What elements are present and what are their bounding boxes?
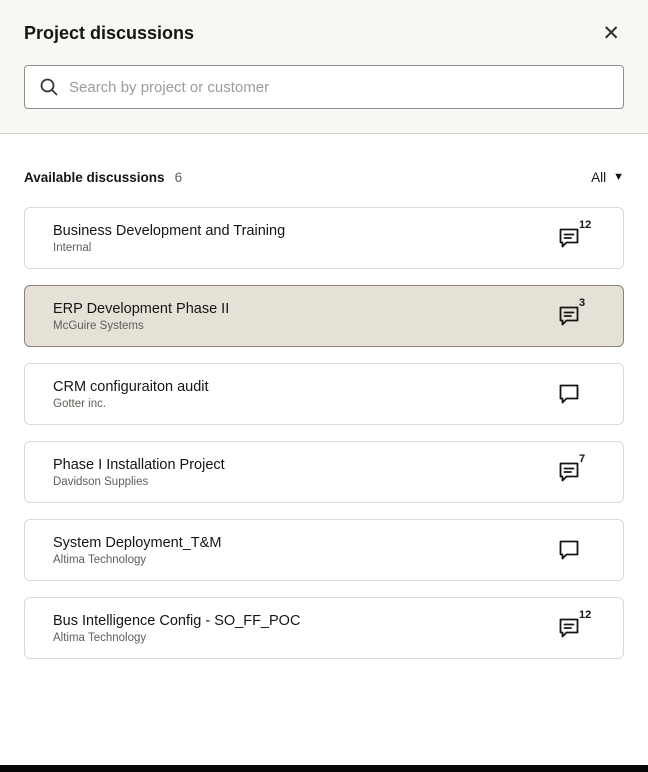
chat-icon: 3: [557, 297, 585, 328]
modal-body: Available discussions 6 All ▼ Business D…: [0, 170, 648, 659]
discussion-card[interactable]: Bus Intelligence Config - SO_FF_POC Alti…: [24, 597, 624, 659]
chat-icon: 12: [557, 219, 591, 250]
discussion-customer: Altima Technology: [53, 553, 147, 566]
discussion-card[interactable]: Business Development and Training Intern…: [24, 207, 624, 269]
discussion-title: Phase I Installation Project: [53, 456, 225, 473]
filter-dropdown[interactable]: All ▼: [591, 170, 624, 185]
chat-icon: [557, 382, 581, 406]
discussion-card[interactable]: CRM configuraiton audit Gotter inc.: [24, 363, 624, 425]
message-count: 12: [579, 609, 592, 621]
discussion-customer: Internal: [53, 241, 92, 254]
discussion-card[interactable]: ERP Development Phase II McGuire Systems…: [24, 285, 624, 347]
chevron-down-icon: ▼: [613, 171, 624, 183]
filter-label: All: [591, 170, 607, 185]
bubble-lines: [563, 467, 575, 473]
search-box: [24, 65, 624, 109]
discussion-list: Business Development and Training Intern…: [24, 207, 624, 659]
chat-icon: 12: [557, 609, 591, 640]
discussion-title: System Deployment_T&M: [53, 534, 222, 551]
discussion-customer: Gotter inc.: [53, 397, 107, 410]
chat-icon: [557, 538, 581, 562]
available-discussions-label: Available discussions: [24, 170, 165, 185]
discussion-title: ERP Development Phase II: [53, 300, 230, 317]
bottom-bar: [0, 765, 648, 772]
discussion-title: Business Development and Training: [53, 222, 286, 239]
discussion-customer: Davidson Supplies: [53, 475, 149, 488]
page-title: Project discussions: [24, 23, 195, 43]
discussion-count: 6: [174, 170, 183, 185]
discussion-customer: McGuire Systems: [53, 319, 144, 332]
message-count: 7: [579, 453, 586, 465]
chat-icon: 7: [557, 453, 585, 484]
message-count: 12: [579, 219, 592, 231]
discussion-title: CRM configuraiton audit: [53, 378, 209, 395]
discussion-title: Bus Intelligence Config - SO_FF_POC: [53, 612, 301, 629]
list-header: Available discussions 6 All ▼: [24, 170, 624, 185]
message-count: 3: [579, 297, 586, 309]
close-icon: ✕: [602, 22, 620, 45]
bubble-lines: [563, 233, 575, 239]
discussion-card[interactable]: Phase I Installation Project Davidson Su…: [24, 441, 624, 503]
close-button[interactable]: ✕: [598, 21, 624, 46]
bubble-lines: [563, 311, 575, 317]
discussion-card[interactable]: System Deployment_T&M Altima Technology: [24, 519, 624, 581]
modal-header: Project discussions ✕: [0, 0, 648, 134]
search-input[interactable]: [24, 65, 624, 109]
bubble-lines: [563, 623, 575, 629]
discussion-customer: Altima Technology: [53, 631, 147, 644]
